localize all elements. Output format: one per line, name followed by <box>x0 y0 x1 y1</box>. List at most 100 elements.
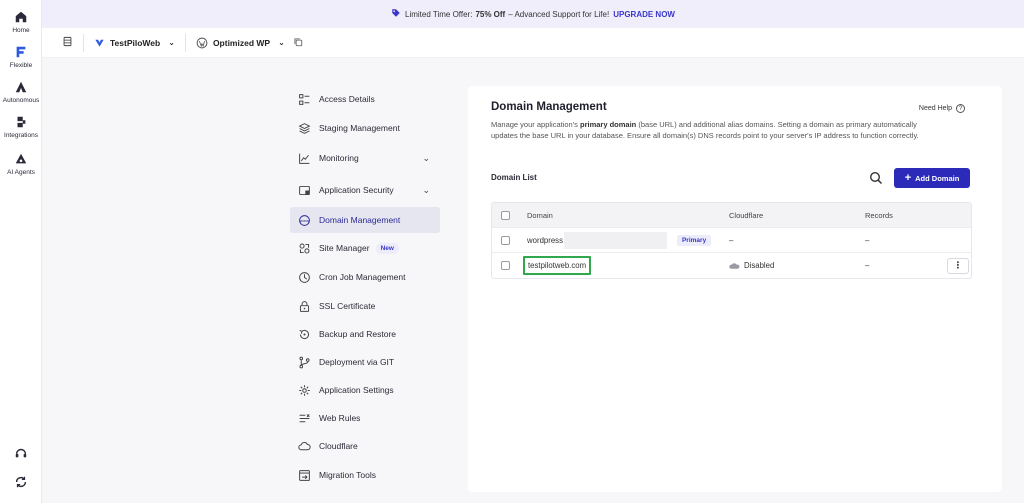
menu-item-domain-management[interactable]: www Domain Management <box>290 207 440 233</box>
gear-icon <box>299 384 310 396</box>
promo-banner: Limited Time Offer: 75% Off – Advanced S… <box>42 0 1024 28</box>
cloudflare-cell: Disabled <box>729 253 774 278</box>
chevron-down-icon: ⌄ <box>422 184 430 195</box>
search-icon <box>869 171 883 185</box>
git-icon <box>299 356 310 368</box>
divider <box>184 33 186 52</box>
column-records: Records <box>865 210 893 220</box>
rail-label-autonomous: Autonomous <box>2 97 40 104</box>
rail-item-home[interactable]: Home <box>0 10 42 34</box>
menu-item-site-manager[interactable]: Site Manager New <box>290 235 440 261</box>
upgrade-now-link[interactable]: UPGRADE NOW <box>613 10 675 19</box>
autonomous-icon <box>15 81 27 93</box>
domain-name[interactable]: testpilotweb.com <box>523 256 592 275</box>
monitoring-icon <box>299 153 310 164</box>
table-row: testpilotweb.com Disabled – ⋮ <box>492 253 971 278</box>
row-actions-button[interactable]: ⋮ <box>947 253 969 278</box>
menu-label: Backup and Restore <box>319 329 397 339</box>
primary-badge: Primary <box>676 234 712 246</box>
menu-item-cloudflare[interactable]: Cloudflare <box>290 433 440 459</box>
menu-item-monitoring[interactable]: Monitoring ⌄ <box>290 145 440 171</box>
ai-agents-icon <box>15 153 27 164</box>
menu-label: Site Manager <box>319 243 370 253</box>
column-cloudflare: Cloudflare <box>729 210 764 220</box>
server-list-button[interactable] <box>62 34 73 52</box>
help-icon: ? <box>956 104 965 113</box>
page-title: Domain Management <box>491 101 607 113</box>
domain-name: wordpress <box>527 235 563 245</box>
need-help-link[interactable]: Need Help ? <box>919 104 965 113</box>
server-selector[interactable]: TestPiloWeb ⌄ <box>94 37 175 48</box>
app-name: Optimized WP <box>212 37 271 48</box>
menu-item-ssl-certificate[interactable]: SSL Certificate <box>290 293 440 319</box>
domain-management-card: Domain Management Need Help ? Manage you… <box>468 86 1002 492</box>
access-details-icon <box>299 93 310 105</box>
cloudflare-status: Disabled <box>744 261 775 270</box>
menu-item-deployment-git[interactable]: Deployment via GIT <box>290 349 440 375</box>
menu-label: Application Security <box>319 185 394 195</box>
row-checkbox[interactable] <box>501 228 510 252</box>
rail-item-flexible[interactable]: Flexible <box>0 45 42 69</box>
menu-item-access-details[interactable]: Access Details <box>290 86 440 112</box>
switch-button[interactable] <box>0 475 42 489</box>
chevron-down-icon: ⌄ <box>422 152 430 163</box>
column-domain: Domain <box>527 210 553 220</box>
plus-icon: + <box>904 171 912 184</box>
cloud-icon <box>729 262 740 269</box>
domain-cell: wordpress Primary <box>527 228 712 252</box>
banner-text-before: Limited Time Offer: <box>405 9 473 19</box>
menu-label: Domain Management <box>319 215 401 225</box>
menu-label: Web Rules <box>319 413 361 423</box>
menu-item-application-settings[interactable]: Application Settings <box>290 377 440 403</box>
rail-item-ai-agents[interactable]: AI Agents <box>0 152 42 176</box>
search-button[interactable] <box>868 170 884 186</box>
more-vertical-icon: ⋮ <box>947 257 969 274</box>
web-rules-icon <box>299 413 310 422</box>
menu-label: Migration Tools <box>319 470 377 480</box>
domain-list-title: Domain List <box>491 173 537 182</box>
top-bar: TestPiloWeb ⌄ Optimized WP ⌄ <box>42 28 1024 58</box>
flexible-icon <box>16 46 26 58</box>
tag-icon <box>391 8 401 20</box>
redacted-block <box>563 231 667 249</box>
app-selector[interactable]: Optimized WP ⌄ <box>196 37 285 49</box>
copy-button[interactable] <box>293 34 303 52</box>
rail-label-ai-agents: AI Agents <box>7 169 35 176</box>
banner-text-after: – Advanced Support for Life! <box>508 9 610 19</box>
cron-icon <box>299 271 310 283</box>
chevron-down-icon: ⌄ <box>278 38 285 47</box>
menu-item-cron-job[interactable]: Cron Job Management <box>290 264 440 290</box>
menu-item-backup-restore[interactable]: Backup and Restore <box>290 321 440 347</box>
table-header: Domain Cloudflare Records <box>492 203 971 228</box>
integrations-icon <box>17 116 26 128</box>
menu-item-staging[interactable]: Staging Management <box>290 115 440 141</box>
rail-item-autonomous[interactable]: Autonomous <box>0 80 42 104</box>
lock-icon <box>299 300 310 312</box>
menu-item-web-rules[interactable]: Web Rules <box>290 405 440 431</box>
rail-label-integrations: Integrations <box>4 132 38 139</box>
server-name: TestPiloWeb <box>110 37 161 48</box>
rail-item-integrations[interactable]: Integrations <box>0 115 42 139</box>
left-rail: Home Flexible Autonomous Integrations AI… <box>0 0 42 503</box>
add-domain-button[interactable]: + Add Domain <box>894 168 970 188</box>
add-domain-label: Add Domain <box>915 173 960 183</box>
table-row: wordpress Primary – – <box>492 228 971 253</box>
need-help-label: Need Help <box>918 105 952 112</box>
menu-label: Staging Management <box>319 123 400 133</box>
menu-item-application-security[interactable]: Application Security ⌄ <box>290 177 440 203</box>
refresh-icon <box>15 476 27 488</box>
server-logo-icon <box>95 39 104 47</box>
menu-item-migration-tools[interactable]: Migration Tools <box>290 462 440 488</box>
menu-label: Deployment via GIT <box>319 357 395 367</box>
row-checkbox[interactable] <box>501 253 510 278</box>
banner-highlight: 75% Off <box>475 9 506 19</box>
cloud-icon <box>298 441 311 450</box>
divider <box>83 33 84 52</box>
support-button[interactable] <box>0 446 42 460</box>
menu-label: Cloudflare <box>319 441 358 451</box>
domain-cell: testpilotweb.com <box>523 253 592 278</box>
backup-icon <box>299 329 310 339</box>
select-all-checkbox[interactable] <box>501 203 510 227</box>
copy-icon <box>294 37 302 46</box>
records-cell: – <box>865 235 870 245</box>
